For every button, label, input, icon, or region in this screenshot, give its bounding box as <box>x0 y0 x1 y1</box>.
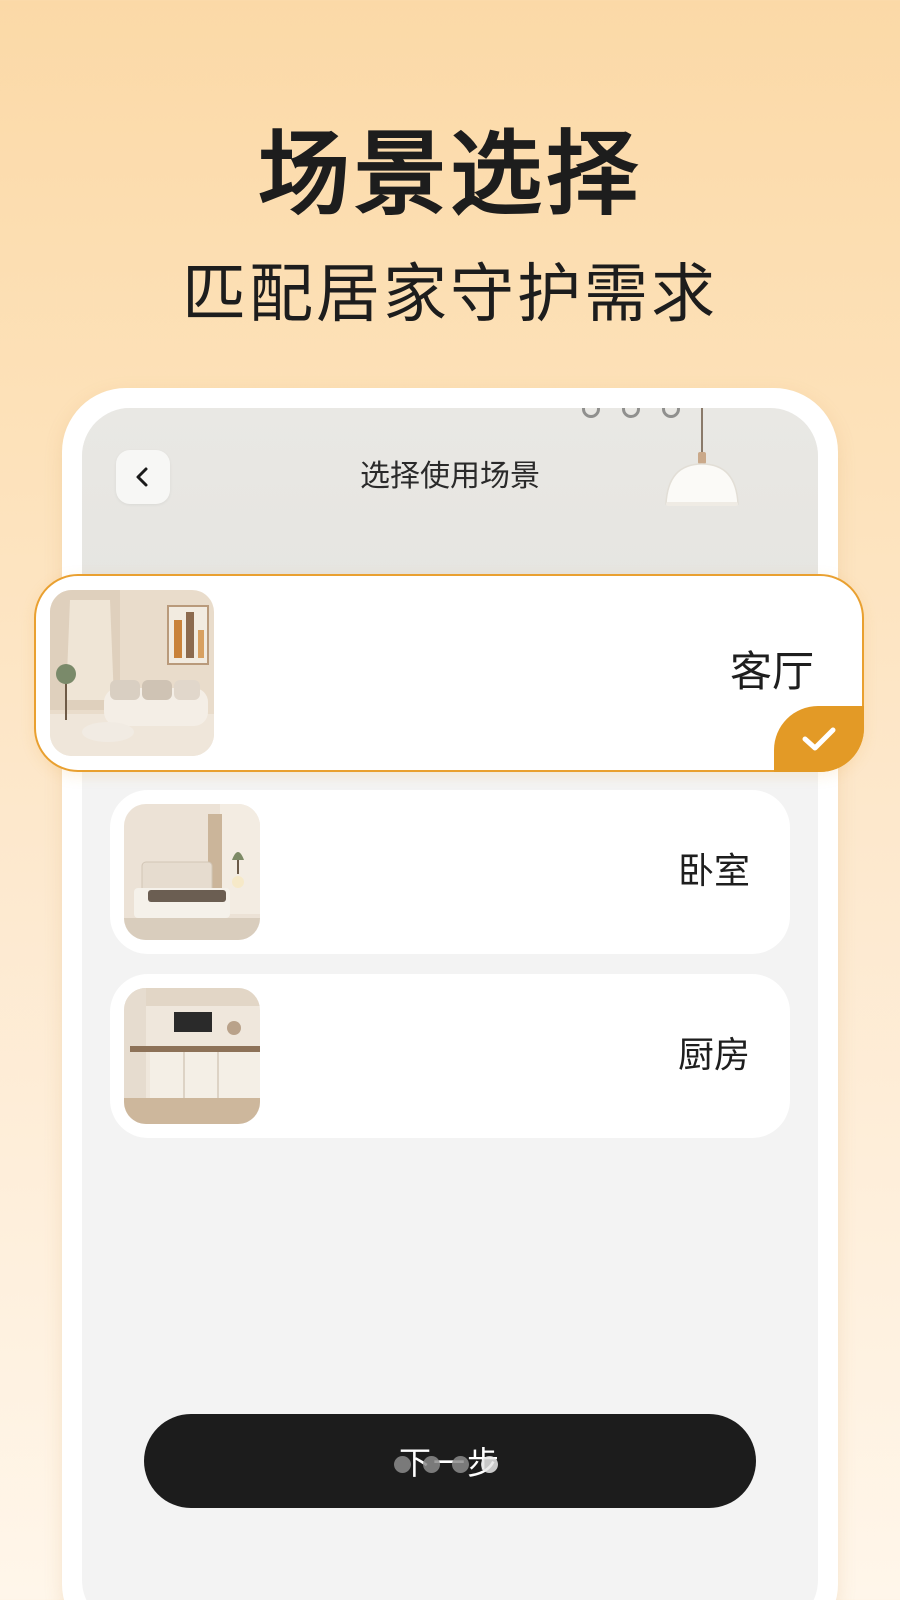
scene-card-kitchen[interactable]: 厨房 <box>110 974 790 1138</box>
living-room-photo <box>50 590 214 756</box>
page-dot-active <box>481 1456 498 1473</box>
page-dot <box>423 1456 440 1473</box>
scene-label-bedroom: 卧室 <box>677 851 750 892</box>
scene-card-bedroom[interactable]: 卧室 <box>110 790 790 954</box>
page-dot <box>452 1456 469 1473</box>
promo-headline: 场景选择 <box>257 121 642 228</box>
promo-subline: 匹配居家守护需求 <box>182 258 718 332</box>
page-title: 选择使用场景 <box>360 459 540 494</box>
page-indicator <box>394 1456 498 1474</box>
bedroom-photo <box>124 804 260 940</box>
scene-card-living-room[interactable]: 客厅 <box>34 574 864 772</box>
kitchen-photo <box>124 988 260 1124</box>
selected-badge <box>774 706 864 772</box>
checkmark-icon <box>802 727 836 751</box>
page-dot <box>394 1456 411 1473</box>
scene-label-kitchen: 厨房 <box>677 1035 750 1076</box>
scene-label-living-room: 客厅 <box>729 647 814 696</box>
